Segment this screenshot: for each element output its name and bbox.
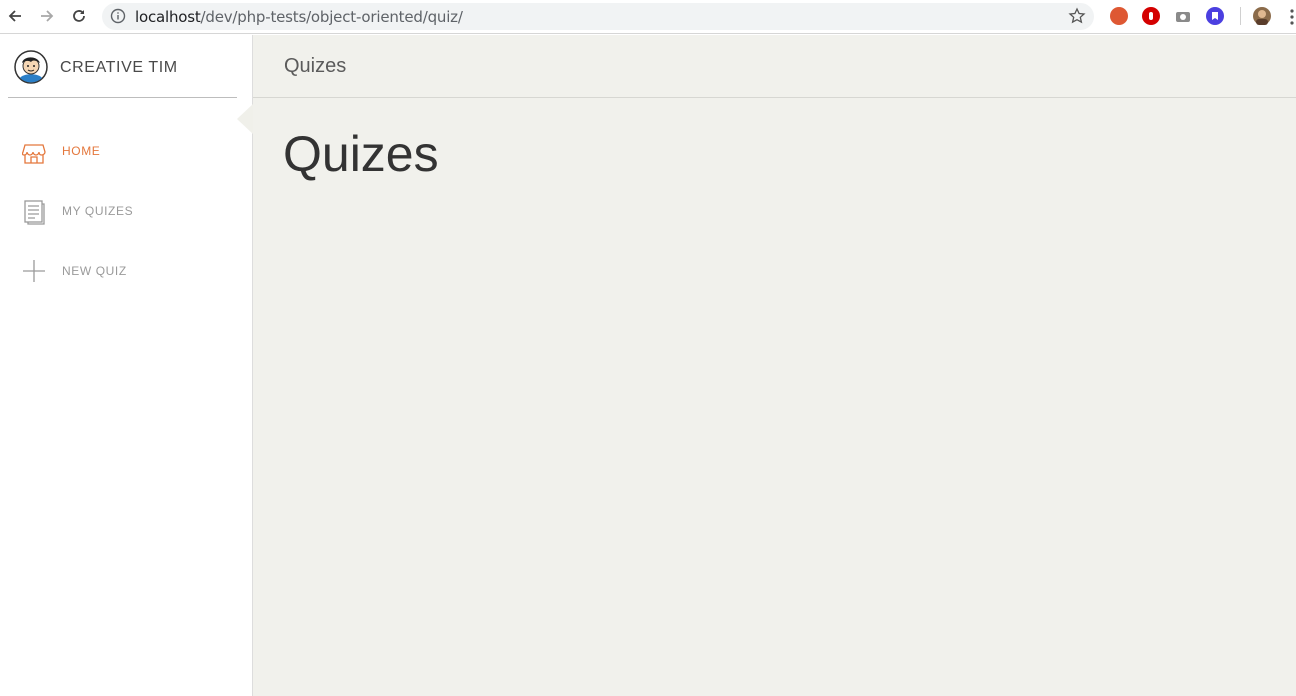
document-icon bbox=[22, 197, 46, 225]
navbar: Quizes bbox=[253, 35, 1296, 98]
forward-arrow-icon[interactable] bbox=[36, 5, 58, 27]
main-panel: Quizes Quizes bbox=[253, 35, 1296, 696]
sidebar-item-label: NEW QUIZ bbox=[62, 264, 127, 278]
duckduckgo-extension-icon[interactable] bbox=[1110, 7, 1128, 25]
menu-kebab-icon[interactable] bbox=[1290, 9, 1294, 25]
sidebar-item-label: HOME bbox=[62, 144, 101, 158]
brand-name: CREATIVE TIM bbox=[60, 59, 178, 76]
adblock-extension-icon[interactable] bbox=[1142, 7, 1160, 25]
brand[interactable]: CREATIVE TIM bbox=[8, 35, 237, 98]
store-icon bbox=[21, 137, 46, 165]
active-item-caret bbox=[237, 104, 253, 134]
browser-toolbar: localhost/dev/php-tests/object-oriented/… bbox=[0, 0, 1296, 34]
sidebar-item-my-quizes[interactable]: MY QUIZES bbox=[0, 192, 252, 232]
sidebar-item-label: MY QUIZES bbox=[62, 204, 134, 218]
back-arrow-icon[interactable] bbox=[4, 5, 26, 27]
camera-extension-icon[interactable] bbox=[1174, 7, 1192, 25]
address-bar[interactable]: localhost/dev/php-tests/object-oriented/… bbox=[102, 3, 1094, 30]
navbar-title[interactable]: Quizes bbox=[284, 55, 346, 78]
sidebar-item-new-quiz[interactable]: NEW QUIZ bbox=[0, 252, 252, 292]
plus-icon bbox=[22, 257, 46, 285]
avatar bbox=[14, 50, 48, 84]
toolbar-separator bbox=[1240, 7, 1241, 25]
bookmark-star-icon[interactable] bbox=[1068, 7, 1086, 30]
reload-icon[interactable] bbox=[68, 5, 90, 27]
sidebar: CREATIVE TIM HOME MY QUIZES NEW QUIZ bbox=[0, 35, 253, 696]
bookmark-extension-icon[interactable] bbox=[1206, 7, 1224, 25]
sidebar-item-home[interactable]: HOME bbox=[0, 132, 252, 172]
profile-avatar[interactable] bbox=[1253, 7, 1271, 25]
page-title: Quizes bbox=[283, 126, 439, 182]
url-text: localhost/dev/php-tests/object-oriented/… bbox=[135, 8, 463, 26]
info-icon[interactable] bbox=[110, 8, 126, 29]
